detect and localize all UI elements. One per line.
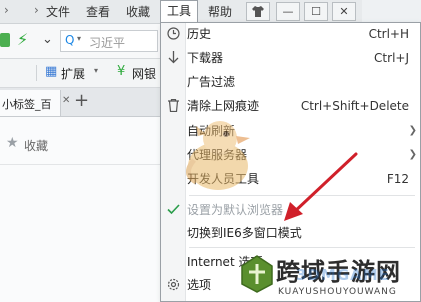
menu-item-downloader[interactable]: 下载器 Ctrl+J [185,47,421,69]
trash-icon [161,95,185,117]
logo-brand-overlay: 3DMGAME [296,266,390,284]
menu-item-label: 选项 [187,278,212,292]
menu-item-shortcut: Ctrl+J [374,51,409,65]
checkmark-icon [161,199,185,221]
menu-item-label: 设置为默认浏览器 [187,203,284,217]
site-icon [0,33,10,47]
minimize-icon: — [282,5,294,18]
back-chevron-icon[interactable]: › [4,3,9,17]
maximize-button[interactable]: ☐ [304,2,328,21]
window-frame-edge [362,0,421,23]
download-arrow-icon [161,47,185,69]
menu-item-label: 下载器 [187,51,224,65]
forward-chevron-icon[interactable]: › [34,3,39,17]
tab-label: 小标签_百 [2,98,52,111]
menu-item-shortcut: Ctrl+H [368,27,409,41]
menu-tools-label: 工具 [166,4,191,18]
menu-separator [189,247,415,248]
tab-close-icon[interactable]: ✕ [62,95,70,106]
clock-icon [161,23,185,45]
search-input[interactable]: Q ▾ 习近平 [60,30,158,52]
search-text: 习近平 [89,36,126,50]
menu-item-label: 清除上网痕迹 [187,99,260,113]
annotation-arrow [284,152,358,221]
menu-item-clear-traces[interactable]: 清除上网痕迹 Ctrl+Shift+Delete [185,95,421,117]
bank-label[interactable]: 网银 [132,65,156,82]
menu-item-shortcut: Ctrl+Shift+Delete [300,99,409,113]
menu-tools[interactable]: 工具 [160,0,198,23]
menu-file[interactable]: 文件 [46,3,70,20]
menu-favorites[interactable]: 收藏 [126,3,150,20]
minimize-button[interactable]: — [276,2,300,21]
submenu-arrow-icon: ❯ [408,125,417,136]
bird-watermark-image [186,121,250,190]
extensions-dropdown-icon[interactable]: ▾ [94,66,98,75]
gear-icon [161,274,185,296]
menu-bar: › › 文件 查看 收藏 工具 帮助 — ☐ ✕ [0,0,421,24]
star-icon: ★ [6,135,19,151]
close-icon: ✕ [339,5,349,18]
shirt-icon [252,6,264,17]
skin-shirt-button[interactable] [246,2,270,21]
menu-help[interactable]: 帮助 [208,3,232,20]
new-tab-icon[interactable]: + [74,90,89,111]
dropdown-chevron-icon[interactable]: ⌄ [42,32,53,47]
close-button[interactable]: ✕ [332,2,356,21]
logo-brand-subtext: KUAYUSHOUYOUWANG [278,287,397,297]
extensions-grid-icon: ▦ [45,64,58,79]
menu-item-ad-filter[interactable]: 广告过滤 [185,71,421,93]
extensions-label[interactable]: 扩展 [61,65,85,82]
site-logo-watermark: 跨域手游网 3DMGAME KUAYUSHOUYOUWANG [236,250,421,302]
maximize-icon: ☐ [311,5,321,18]
search-dropdown-icon: ▾ [77,34,82,43]
toolbar-divider [36,65,37,81]
tab-active[interactable]: 小标签_百 [0,90,61,116]
content-divider [0,164,160,165]
lightning-icon[interactable]: ⚡ [17,30,28,49]
menu-item-label: 历史 [187,27,212,41]
menu-view[interactable]: 查看 [86,3,110,20]
favorites-label[interactable]: 收藏 [24,137,48,154]
shield-yen-icon: ¥ [117,64,126,79]
submenu-arrow-icon: ❯ [408,149,417,160]
menu-item-shortcut: F12 [386,172,409,186]
menu-item-label: 切换到IE6多窗口模式 [187,226,302,240]
search-icon: Q [65,33,75,47]
menu-item-label: 广告过滤 [187,75,236,89]
menu-item-history[interactable]: 历史 Ctrl+H [185,23,421,45]
menu-item-switch-ie6-mode[interactable]: 切换到IE6多窗口模式 [185,222,421,244]
logo-emblem-icon [241,255,273,293]
